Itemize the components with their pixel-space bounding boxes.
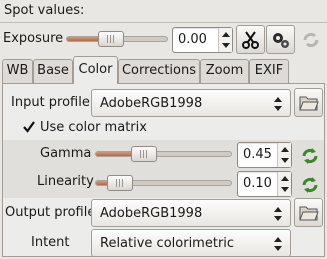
gears-icon — [272, 32, 289, 48]
open-input-profile-button[interactable] — [294, 88, 323, 117]
exposure-slider-knob[interactable] — [98, 31, 124, 47]
intent-combo[interactable]: Relative colorimetric — [91, 229, 291, 257]
scissors-button[interactable] — [236, 25, 265, 54]
input-profile-label: Input profile — [11, 95, 90, 110]
tab-corrections[interactable]: Corrections — [118, 59, 200, 83]
gears-button[interactable] — [266, 25, 295, 54]
input-profile-combo[interactable]: AdobeRGB1998 — [91, 89, 291, 117]
gamma-spinner[interactable]: 0.45 — [237, 142, 292, 168]
combo-arrows-icon — [274, 207, 282, 221]
tab-exif[interactable]: EXIF — [249, 59, 289, 83]
separator — [0, 22, 327, 23]
exposure-spinner[interactable]: 0.00 — [172, 27, 233, 53]
combo-arrows-icon — [274, 237, 282, 251]
output-profile-combo[interactable]: AdobeRGB1998 — [91, 199, 291, 227]
gamma-reset-button[interactable] — [295, 141, 324, 170]
use-color-matrix-label: Use color matrix — [40, 120, 147, 135]
gamma-value: 0.45 — [243, 147, 272, 162]
spot-values-label: Spot values: — [4, 3, 85, 18]
input-profile-value: AdobeRGB1998 — [100, 96, 203, 111]
folder-open-icon — [298, 206, 319, 220]
intent-label: Intent — [31, 235, 70, 250]
tab-wb[interactable]: WB — [2, 59, 33, 83]
exposure-spinner-arrows[interactable] — [218, 28, 232, 52]
use-color-matrix-checkbox[interactable] — [22, 120, 36, 134]
output-profile-label: Output profile — [5, 205, 96, 220]
exposure-slider[interactable] — [66, 31, 168, 47]
exposure-value: 0.00 — [178, 32, 207, 47]
output-profile-value: AdobeRGB1998 — [100, 206, 203, 221]
refresh-icon — [302, 147, 317, 164]
refresh-button-disabled[interactable] — [296, 25, 325, 54]
tab-color[interactable]: Color — [73, 56, 118, 84]
linearity-label: Linearity — [37, 174, 94, 189]
tab-zoom[interactable]: Zoom — [200, 59, 249, 83]
checkmark-icon — [23, 121, 35, 133]
tab-base[interactable]: Base — [33, 59, 73, 83]
linearity-value: 0.10 — [243, 176, 272, 191]
gamma-slider-knob[interactable] — [131, 146, 157, 162]
refresh-icon — [302, 176, 317, 193]
gamma-slider[interactable] — [95, 146, 232, 162]
exposure-label: Exposure — [3, 31, 64, 46]
linearity-slider-knob[interactable] — [107, 175, 133, 191]
scissors-icon — [241, 30, 259, 49]
gamma-spinner-arrows[interactable] — [277, 143, 291, 167]
linearity-slider[interactable] — [95, 175, 232, 191]
folder-open-icon — [298, 96, 319, 110]
gamma-label: Gamma — [40, 146, 92, 161]
combo-arrows-icon — [274, 97, 282, 111]
intent-value: Relative colorimetric — [100, 236, 235, 251]
open-output-profile-button[interactable] — [294, 198, 323, 227]
linearity-spinner[interactable]: 0.10 — [237, 171, 292, 197]
refresh-icon — [303, 32, 318, 47]
linearity-spinner-arrows[interactable] — [277, 172, 291, 196]
linearity-reset-button[interactable] — [295, 170, 324, 199]
